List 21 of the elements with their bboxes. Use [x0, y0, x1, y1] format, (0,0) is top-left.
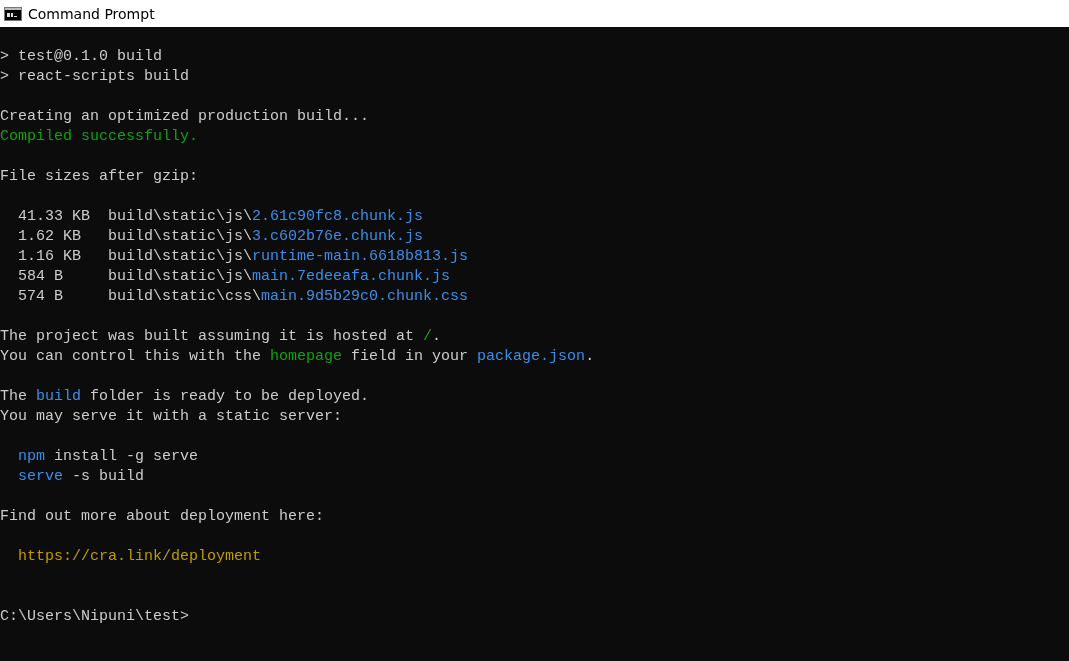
command-prompt: C:\Users\Nipuni\test>: [0, 607, 190, 627]
console-line: 1.16 KB build\static\js\runtime-main.6618b813.js: [18, 247, 469, 267]
console-line: 41.33 KB build\static\js\2.61c90fc8.chunk.js: [18, 207, 424, 227]
console-line: > test@0.1.0 build: [0, 47, 163, 67]
console-line: File sizes after gzip:: [0, 167, 199, 187]
window-title: Command Prompt: [28, 5, 155, 22]
console-line: Creating an optimized production build...: [0, 107, 370, 127]
console-line: You may serve it with a static server:: [0, 407, 343, 427]
console-line: npm install -g serve: [18, 447, 199, 467]
console-line: Find out more about deployment here:: [0, 507, 325, 527]
console-line: > react-scripts build: [0, 67, 190, 87]
console-line: You can control this with the homepage field in your package.json.: [0, 347, 595, 367]
console-line: https://cra.link/deployment: [18, 547, 262, 567]
console-line: 574 B build\static\css\main.9d5b29c0.chunk.css: [18, 287, 469, 307]
terminal-icon: [4, 6, 22, 21]
console-line: 1.62 KB build\static\js\3.c602b76e.chunk.js: [18, 227, 424, 247]
console-line: serve -s build: [18, 467, 145, 487]
console-line: The build folder is ready to be deployed.: [0, 387, 370, 407]
console-line: Compiled successfully.: [0, 127, 199, 147]
console-line: The project was built assuming it is hosted at /.: [0, 327, 442, 347]
console-line: 584 B build\static\js\main.7edeeafa.chunk.js: [18, 267, 451, 287]
